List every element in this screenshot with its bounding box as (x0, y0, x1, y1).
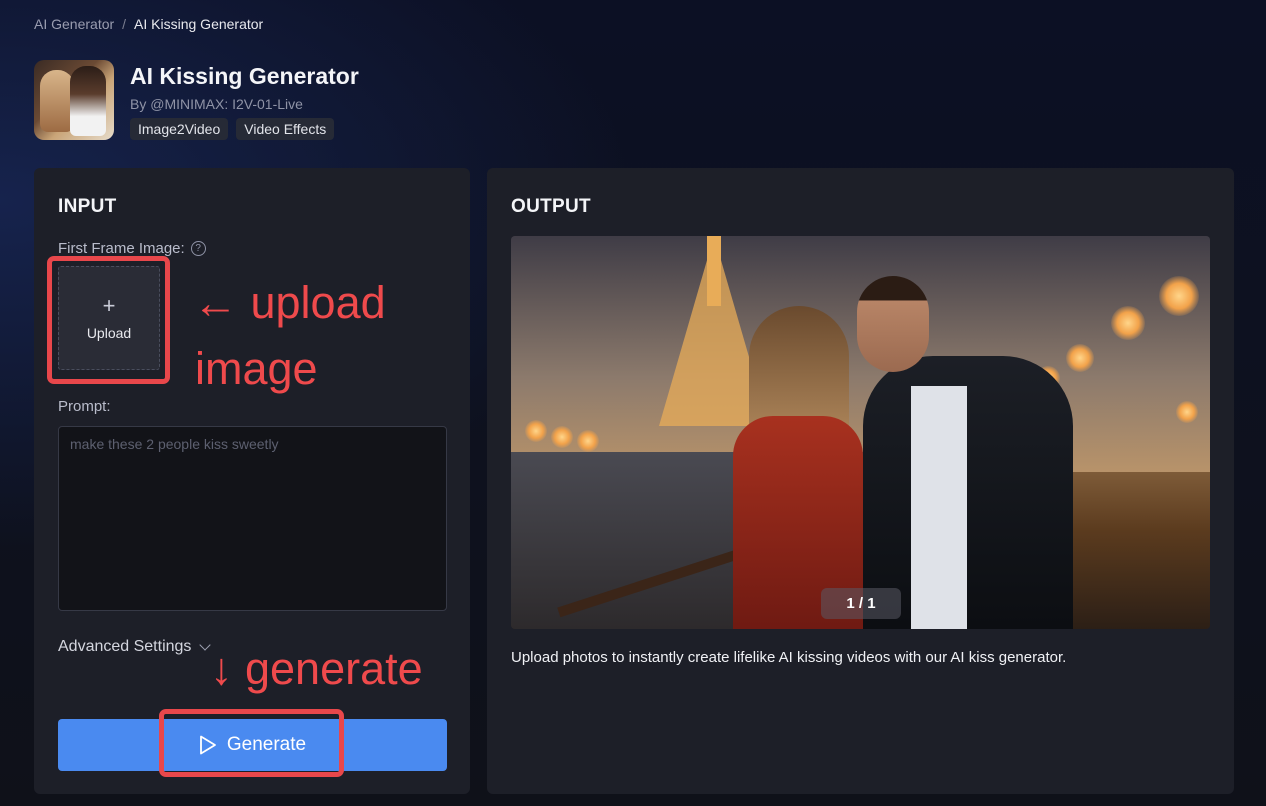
output-description: Upload photos to instantly create lifeli… (511, 649, 1067, 666)
app-header: AI Kissing Generator By @MINIMAX: I2V-01… (34, 60, 359, 140)
generate-button[interactable]: Generate (58, 719, 447, 771)
output-panel-title: OUTPUT (511, 196, 591, 217)
tag-image2video[interactable]: Image2Video (130, 118, 229, 140)
output-video-preview[interactable]: 1 / 1 (511, 236, 1210, 629)
app-thumbnail (34, 60, 114, 140)
tag-list: Image2Video Video Effects (130, 118, 359, 140)
first-frame-label: First Frame Image: (58, 240, 185, 257)
advanced-settings-label: Advanced Settings (58, 638, 192, 655)
advanced-settings-toggle[interactable]: Advanced Settings (58, 638, 212, 656)
annotation-upload-line1: ← upload (193, 277, 386, 328)
prompt-label: Prompt: (58, 398, 111, 415)
prompt-label-row: Prompt: (58, 398, 111, 415)
image-counter: 1 / 1 (821, 588, 901, 619)
tag-video-effects[interactable]: Video Effects (236, 118, 335, 140)
app-author: By @MINIMAX: I2V-01-Live (130, 96, 303, 112)
breadcrumb-current: AI Kissing Generator (134, 16, 264, 32)
prompt-input[interactable]: make these 2 people kiss sweetly (58, 426, 447, 611)
breadcrumb-separator: / (122, 16, 127, 32)
breadcrumb-ai-generator-link[interactable]: AI Generator (34, 16, 114, 32)
generate-label: Generate (226, 734, 307, 755)
play-icon (199, 735, 216, 755)
breadcrumb: AI Generator / AI Kissing Generator (34, 16, 263, 32)
input-panel: INPUT First Frame Image: ? + Upload Prom… (34, 168, 470, 794)
prompt-placeholder: make these 2 people kiss sweetly (70, 436, 279, 452)
output-panel: OUTPUT 1 / 1 Upload photos to instantly … (487, 168, 1234, 794)
annotation-generate: ↓ generate (210, 643, 423, 694)
app-info: AI Kissing Generator By @MINIMAX: I2V-01… (130, 60, 359, 140)
upload-label: Upload (86, 325, 132, 341)
page-title: AI Kissing Generator (130, 63, 359, 89)
plus-icon: + (102, 293, 116, 318)
first-frame-label-row: First Frame Image: ? (58, 240, 206, 257)
annotation-upload-line2: image (195, 343, 318, 394)
help-icon[interactable]: ? (190, 241, 206, 256)
upload-button[interactable]: + Upload (58, 266, 160, 370)
input-panel-title: INPUT (58, 196, 117, 217)
